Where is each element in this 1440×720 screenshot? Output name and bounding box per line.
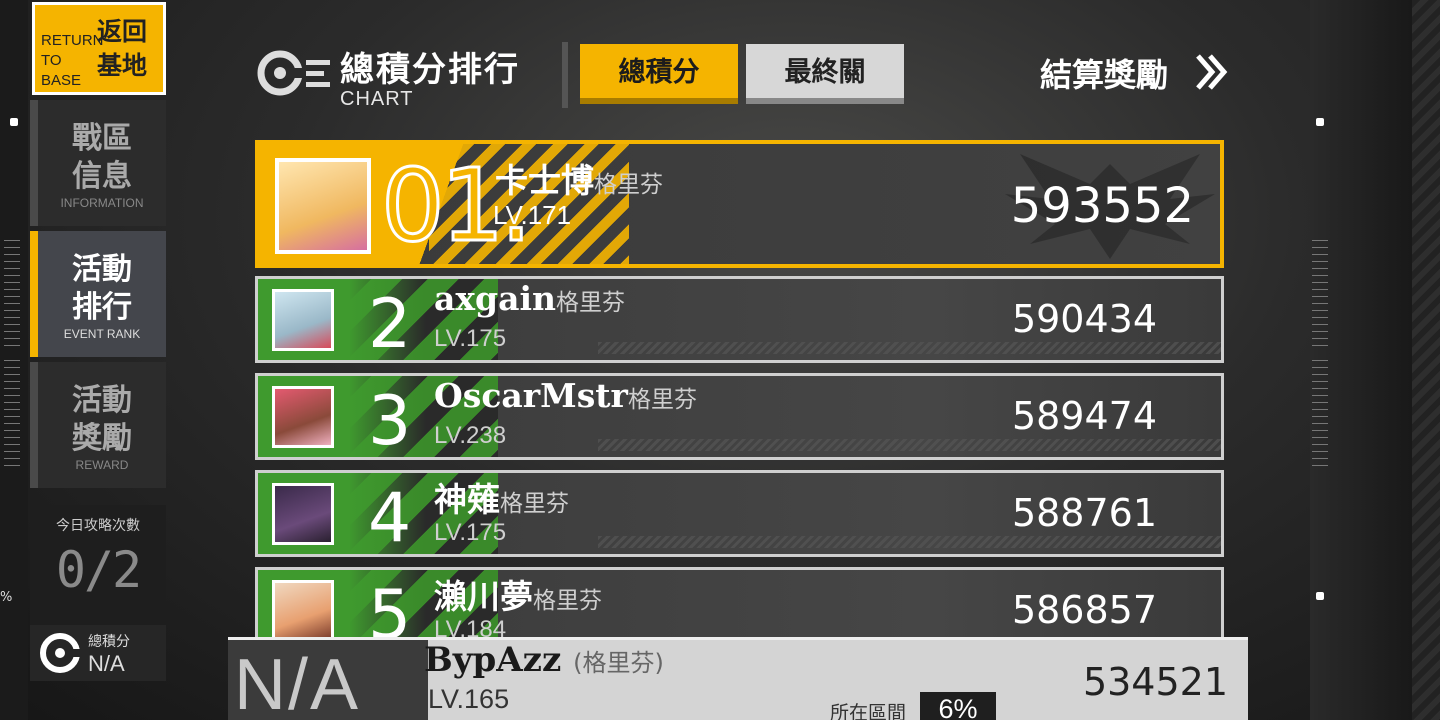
tab-final-stage[interactable]: 最終關 — [746, 44, 904, 104]
own-player-name: BypAzz (格里芬) — [424, 640, 664, 680]
avatar — [272, 289, 334, 351]
player-name-text: 神薙 — [434, 480, 500, 519]
rank-row-3[interactable]: 3 OscarMstr格里芬 LV.238 589474 — [255, 373, 1224, 460]
player-score: 588761 — [1011, 491, 1157, 535]
player-guild: 格里芬 — [594, 172, 663, 198]
settlement-reward-button[interactable]: 結算獎勵 — [1040, 50, 1168, 96]
sidebar-item-event-rank[interactable]: 活動排行 EVENT RANK — [30, 231, 166, 357]
own-player-name-text: BypAzz — [424, 640, 562, 680]
player-guild: 格里芬 — [533, 588, 602, 614]
right-ruler-2 — [1312, 360, 1328, 470]
player-score: 593552 — [1010, 178, 1194, 234]
player-guild: 格里芬 — [500, 491, 569, 517]
rank-range-value: 6% — [920, 692, 996, 720]
left-edge-marker — [10, 118, 18, 126]
return-to-base-button[interactable]: RETURN TO BASE 返回基地 — [32, 2, 166, 95]
player-level: LV.238 — [434, 422, 507, 449]
own-player-score: 534521 — [1082, 660, 1228, 704]
player-score: 589474 — [1011, 394, 1157, 438]
sidebar-item-reward[interactable]: 活動獎勵 REWARD — [30, 362, 166, 488]
double-chevron-right-icon[interactable] — [1196, 54, 1228, 90]
rank-row-1[interactable]: 01. 卡士博格里芬 LV.171 593552 — [255, 140, 1224, 268]
sidebar-item-label: 戰區信息 — [72, 121, 132, 194]
left-ruler-2 — [4, 360, 20, 470]
player-level: LV.175 — [434, 325, 507, 352]
return-label-zh: 返回基地 — [97, 17, 148, 80]
player-name-text: 卡士博 — [495, 161, 594, 200]
header-divider — [562, 42, 568, 108]
own-player-level: LV.165 — [428, 684, 510, 714]
sidebar-item-label: 活動排行 — [72, 252, 132, 325]
player-name: 神薙格里芬 — [434, 473, 569, 521]
player-level: LV.171 — [493, 200, 572, 230]
daily-attempts-count: 0/2 — [55, 541, 142, 599]
player-score: 590434 — [1011, 297, 1157, 341]
sidebar-item-information[interactable]: 戰區信息 INFORMATION — [30, 100, 166, 226]
sidebar-item-sublabel: EVENT RANK — [63, 327, 141, 341]
own-rank: N/A — [234, 645, 361, 720]
right-edge-frame — [1310, 0, 1440, 720]
return-label-en: RETURN TO BASE — [41, 32, 104, 89]
avatar — [272, 580, 334, 642]
rank-row-4[interactable]: 4 神薙格里芬 LV.175 588761 — [255, 470, 1224, 557]
player-name: 卡士博格里芬 — [495, 154, 663, 202]
avatar — [272, 483, 334, 545]
player-score: 586857 — [1011, 588, 1157, 632]
mini-score-label: 總積分 — [88, 634, 130, 650]
avatar — [272, 386, 334, 448]
sidebar-item-label: 活動獎勵 — [72, 383, 132, 456]
own-player-guild: (格里芬) — [573, 649, 664, 677]
player-name: OscarMstr格里芬 — [434, 376, 697, 415]
player-guild: 格里芬 — [556, 290, 626, 316]
right-edge-marker — [1316, 118, 1324, 126]
right-ruler — [1312, 240, 1328, 350]
daily-attempts-panel: 今日攻略次數 0/2 — [30, 505, 166, 625]
total-score-mini-panel: 總積分 N/A — [30, 625, 166, 681]
rank-number: 4 — [368, 479, 412, 557]
avatar — [275, 158, 371, 254]
sidebar-item-sublabel: REWARD — [75, 458, 129, 472]
rank-range-label: 所在區間 — [830, 702, 907, 720]
rank-number: 2 — [368, 285, 412, 363]
chart-logo-icon — [257, 50, 330, 96]
player-name: axgain格里芬 — [434, 279, 625, 318]
own-rank-panel: N/A BypAzz (格里芬) LV.165 534521 所在區間 6% — [228, 637, 1248, 720]
player-name-text: axgain — [434, 279, 557, 318]
player-name-text: 瀨川夢 — [434, 577, 533, 616]
sidebar-item-sublabel: INFORMATION — [60, 196, 144, 210]
chart-c-icon — [40, 633, 82, 673]
player-guild: 格里芬 — [627, 387, 697, 413]
row-stripe — [598, 536, 1221, 548]
rank-number: 3 — [368, 382, 412, 460]
page-title: 總積分排行 — [340, 50, 520, 90]
player-level: LV.175 — [434, 519, 507, 546]
player-name: 瀨川夢格里芬 — [434, 570, 602, 618]
right-edge-marker-2 — [1316, 592, 1324, 600]
player-name-text: OscarMstr — [434, 376, 628, 415]
daily-attempts-label: 今日攻略次數 — [56, 518, 140, 534]
rank-row-2[interactable]: 2 axgain格里芬 LV.175 590434 — [255, 276, 1224, 363]
row-stripe — [598, 342, 1221, 354]
left-edge-percent: % — [0, 590, 13, 605]
tab-total-score[interactable]: 總積分 — [580, 44, 738, 104]
left-ruler — [4, 240, 20, 350]
row-stripe — [598, 439, 1221, 451]
page-subtitle: CHART — [340, 88, 414, 110]
mini-score-value: N/A — [88, 651, 125, 676]
